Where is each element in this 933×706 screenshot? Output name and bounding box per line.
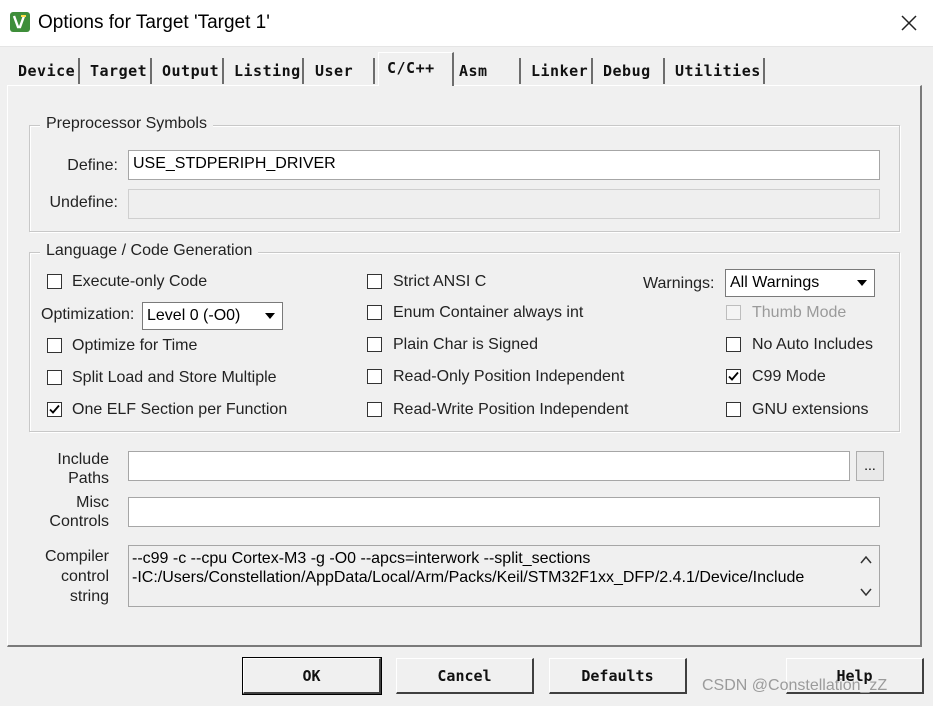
scroll-up-button[interactable]	[853, 548, 879, 572]
tab-asm[interactable]: Asm	[455, 58, 521, 84]
one-elf-section-checkbox[interactable]	[47, 402, 62, 417]
ro-position-independent-checkbox[interactable]	[367, 369, 382, 384]
plain-char-signed-checkbox[interactable]	[367, 337, 382, 352]
tab-output[interactable]: Output	[158, 58, 224, 84]
misc-controls-field[interactable]	[128, 497, 880, 527]
defaults-button[interactable]: Defaults	[549, 658, 687, 694]
warnings-label: Warnings:	[643, 275, 715, 292]
tab-utilities[interactable]: Utilities	[671, 58, 765, 84]
check-icon	[728, 371, 739, 381]
optimization-select[interactable]: Level 0 (-O0)	[142, 302, 283, 330]
language-legend: Language / Code Generation	[40, 242, 259, 260]
chevron-down-icon	[860, 588, 872, 596]
compiler-control-string[interactable]: --c99 -c --cpu Cortex-M3 -g -O0 --apcs=i…	[128, 545, 880, 607]
rw-position-independent-label: Read-Write Position Independent	[393, 401, 629, 418]
enum-container-checkbox[interactable]	[367, 305, 382, 320]
include-paths-label-1: Include	[57, 451, 109, 468]
close-icon	[901, 15, 917, 31]
ok-button[interactable]: OK	[242, 657, 382, 695]
optimization-value: Level 0 (-O0)	[147, 307, 241, 324]
window-title: Options for Target 'Target 1'	[38, 12, 270, 33]
define-field[interactable]: USE_STDPERIPH_DRIVER	[128, 150, 880, 180]
misc-controls-label-2: Controls	[49, 513, 109, 530]
no-auto-includes-label: No Auto Includes	[752, 336, 873, 353]
check-icon	[49, 404, 60, 414]
compiler-string-label-1: Compiler	[44, 548, 109, 565]
include-paths-label-2: Paths	[68, 470, 109, 487]
tab-debug[interactable]: Debug	[599, 58, 665, 84]
compiler-string-line-2: -IC:/Users/Constellation/AppData/Local/A…	[132, 569, 805, 586]
define-label: Define:	[67, 157, 118, 174]
title-bar: Options for Target 'Target 1'	[0, 0, 933, 47]
no-auto-includes-checkbox[interactable]	[726, 337, 741, 352]
watermark: CSDN @Constellation_zZ	[702, 677, 888, 694]
chevron-down-icon	[259, 304, 281, 328]
optimization-label: Optimization:	[41, 306, 135, 323]
keil-uvision-icon	[10, 12, 30, 32]
optimize-for-time-checkbox[interactable]	[47, 338, 62, 353]
tab-listing[interactable]: Listing	[230, 58, 304, 84]
undefine-field[interactable]	[128, 189, 880, 219]
warnings-value: All Warnings	[730, 274, 820, 291]
c99-mode-label: C99 Mode	[752, 368, 826, 385]
strict-ansi-label: Strict ANSI C	[393, 273, 487, 290]
cancel-button[interactable]: Cancel	[396, 658, 534, 694]
execute-only-checkbox[interactable]	[47, 274, 62, 289]
tab-linker[interactable]: Linker	[527, 58, 593, 84]
compiler-string-label-2: control	[60, 568, 109, 585]
optimize-for-time-label: Optimize for Time	[72, 337, 198, 354]
tab-c-cpp[interactable]: C/C++	[378, 52, 454, 86]
rw-position-independent-checkbox[interactable]	[367, 402, 382, 417]
scroll-down-button[interactable]	[853, 580, 879, 604]
tab-device[interactable]: Device	[14, 58, 80, 84]
chevron-down-icon	[851, 271, 873, 295]
compiler-string-line-1: --c99 -c --cpu Cortex-M3 -g -O0 --apcs=i…	[132, 550, 591, 567]
include-paths-field[interactable]	[128, 451, 850, 481]
include-paths-browse-button[interactable]: ...	[856, 451, 884, 481]
plain-char-signed-label: Plain Char is Signed	[393, 336, 538, 353]
split-load-store-checkbox[interactable]	[47, 370, 62, 385]
tab-target[interactable]: Target	[86, 58, 152, 84]
undefine-label: Undefine:	[49, 194, 119, 211]
preprocessor-legend: Preprocessor Symbols	[40, 115, 213, 133]
split-load-store-label: Split Load and Store Multiple	[72, 369, 277, 386]
ro-position-independent-label: Read-Only Position Independent	[393, 368, 625, 385]
vertical-scrollbar[interactable]	[853, 546, 879, 606]
one-elf-section-label: One ELF Section per Function	[72, 401, 288, 418]
execute-only-label: Execute-only Code	[72, 273, 208, 290]
misc-controls-label-1: Misc	[76, 494, 109, 511]
strict-ansi-checkbox[interactable]	[367, 274, 382, 289]
warnings-select[interactable]: All Warnings	[725, 269, 875, 297]
thumb-mode-label: Thumb Mode	[752, 304, 847, 321]
c99-mode-checkbox[interactable]	[726, 369, 741, 384]
enum-container-label: Enum Container always int	[393, 304, 584, 321]
chevron-up-icon	[860, 556, 872, 564]
close-button[interactable]	[885, 0, 933, 46]
gnu-extensions-checkbox[interactable]	[726, 402, 741, 417]
thumb-mode-checkbox[interactable]	[726, 305, 741, 320]
gnu-extensions-label: GNU extensions	[752, 401, 869, 418]
tab-user[interactable]: User	[311, 58, 375, 84]
compiler-string-label-3: string	[69, 588, 109, 605]
